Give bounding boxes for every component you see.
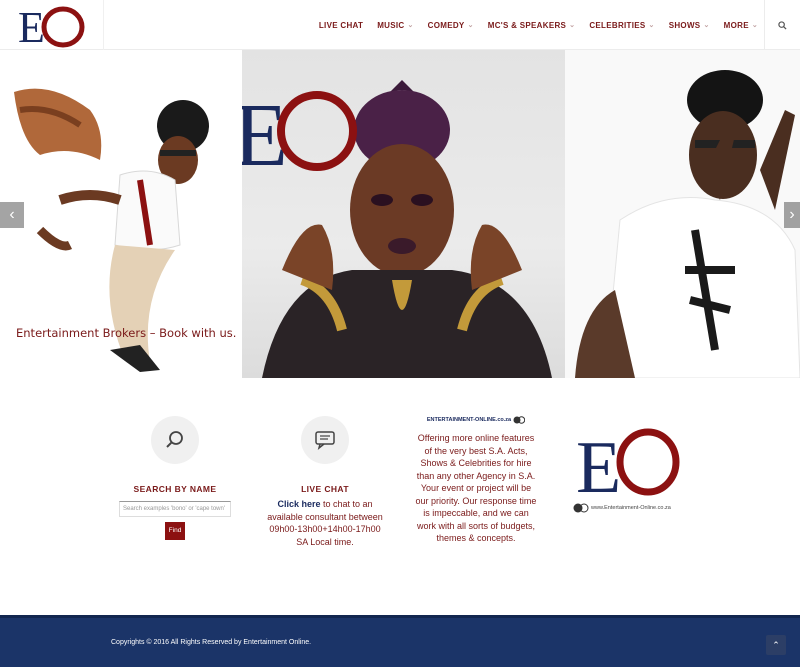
chevron-down-icon: ⌄ xyxy=(648,22,655,29)
chevron-down-icon: ⌄ xyxy=(569,22,576,29)
find-button[interactable]: Find xyxy=(165,522,185,540)
nav-item-more[interactable]: MORE ⌄ xyxy=(724,21,758,30)
search-input[interactable]: Search examples 'bono' or 'cape town' xyxy=(119,501,231,517)
feature-brand: E www.Entertainment-Online.co.za xyxy=(573,424,683,513)
hero-slider: Entertainment Brokers – Book with us. E xyxy=(0,50,800,378)
masks-icon xyxy=(513,416,526,424)
chat-feature-title: LIVE CHAT xyxy=(301,484,349,494)
site-footer: Copyrights © 2016 All Rights Reserved by… xyxy=(0,615,800,667)
main-nav: LIVE CHAT MUSIC ⌄ COMEDY ⌄ MC'S & SPEAKERS… xyxy=(305,0,758,50)
slide-eo-logo: E xyxy=(242,86,357,173)
brand-url[interactable]: www.Entertainment-Online.co.za xyxy=(591,505,671,511)
artist-photo xyxy=(575,70,800,378)
back-to-top-button[interactable]: ⌃ xyxy=(766,635,786,655)
chevron-left-icon: ‹ xyxy=(9,206,15,223)
site-header: E LIVE CHAT MUSIC ⌄ COMEDY ⌄ MC'S & SPEAKE… xyxy=(0,0,800,50)
nav-item-comedy[interactable]: COMEDY ⌄ xyxy=(428,21,474,30)
copyright-text: Copyrights © 2016 All Rights Reserved by… xyxy=(111,639,312,646)
chevron-down-icon: ⌄ xyxy=(751,22,758,29)
slide-panel-artist xyxy=(565,50,800,378)
nav-item-music[interactable]: MUSIC ⌄ xyxy=(377,21,413,30)
search-feature-title: SEARCH BY NAME xyxy=(133,484,217,494)
search-icon xyxy=(166,431,183,448)
feature-live-chat: LIVE CHAT Click here to chat to an avail… xyxy=(263,416,387,548)
logo-letter-o xyxy=(41,6,85,48)
eo-logo[interactable]: E xyxy=(18,2,88,48)
chat-click-here-link[interactable]: Click here xyxy=(277,499,320,509)
feature-search: SEARCH BY NAME Search examples 'bono' or… xyxy=(115,416,235,540)
slider-next-button[interactable]: › xyxy=(784,202,800,228)
nav-item-shows[interactable]: SHOWS ⌄ xyxy=(669,21,710,30)
header-search-button[interactable] xyxy=(764,0,800,50)
chevron-down-icon: ⌄ xyxy=(407,22,414,29)
eo-banner: ENTERTAINMENT-ONLINE.co.za xyxy=(411,416,541,424)
search-icon xyxy=(778,20,787,30)
chat-feature-text: Click here to chat to an available consu… xyxy=(263,498,387,548)
brand-url-strip: www.Entertainment-Online.co.za xyxy=(573,503,683,513)
chevron-up-icon: ⌃ xyxy=(772,639,780,650)
nav-item-celebrities[interactable]: CELEBRITIES ⌄ xyxy=(589,21,654,30)
chevron-down-icon: ⌄ xyxy=(467,22,474,29)
slide-panel-comedian: Entertainment Brokers – Book with us. xyxy=(0,50,242,378)
slider-prev-button[interactable]: ‹ xyxy=(0,202,24,228)
eo-banner-text: ENTERTAINMENT-ONLINE.co.za xyxy=(426,417,512,423)
feature-info: ENTERTAINMENT-ONLINE.co.za Offering more… xyxy=(411,416,541,545)
chat-feature-icon-circle xyxy=(301,416,349,464)
info-feature-text: Offering more online features of the ver… xyxy=(415,433,537,543)
brand-eo-logo[interactable]: E xyxy=(576,424,680,509)
slide-panel-singer: E xyxy=(242,50,565,378)
nav-item-mcs-speakers[interactable]: MC'S & SPEAKERS ⌄ xyxy=(488,21,576,30)
logo-letter-e: E xyxy=(18,3,45,48)
masks-icon xyxy=(573,503,589,513)
chevron-down-icon: ⌄ xyxy=(703,22,710,29)
svg-text:E: E xyxy=(576,427,621,496)
nav-item-live-chat[interactable]: LIVE CHAT xyxy=(319,21,363,30)
logo-divider xyxy=(103,0,104,50)
slider-caption: Entertainment Brokers – Book with us. xyxy=(16,326,237,340)
chevron-right-icon: › xyxy=(789,206,795,223)
search-feature-icon-circle xyxy=(151,416,199,464)
chat-icon xyxy=(315,431,335,450)
